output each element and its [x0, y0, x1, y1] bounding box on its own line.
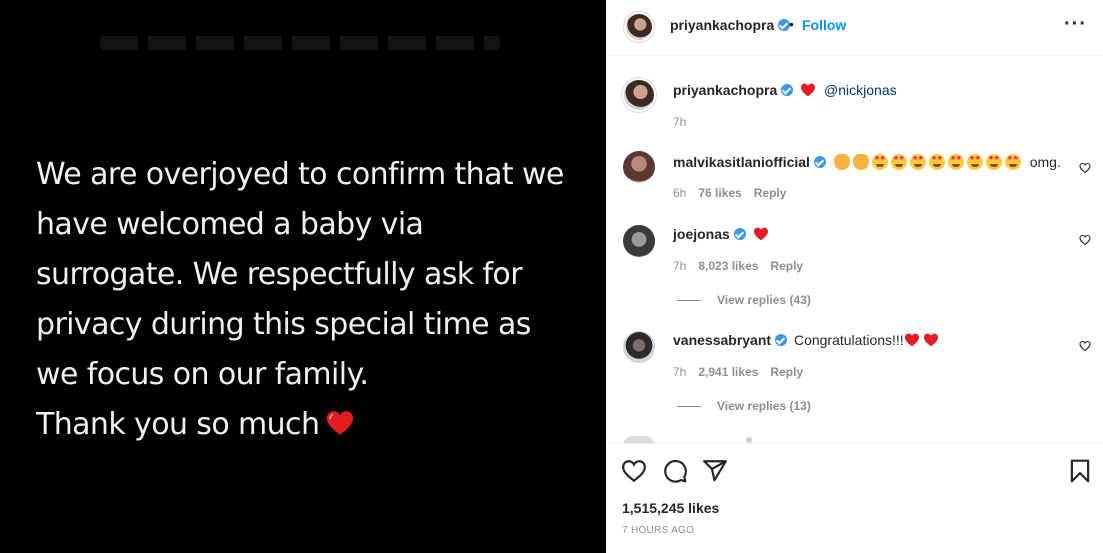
- reply-divider: [677, 300, 701, 302]
- header-username[interactable]: priyankachopra: [670, 17, 774, 33]
- comment-likes-link[interactable]: 2,941 likes: [698, 365, 758, 379]
- reply-button[interactable]: Reply: [770, 365, 803, 379]
- view-replies-button[interactable]: View replies (43): [677, 293, 811, 307]
- avatar[interactable]: [623, 331, 655, 363]
- comment-row: joejonas 7h 8,023 likes Reply View replies…: [606, 217, 1103, 317]
- avatar[interactable]: [623, 225, 655, 257]
- post-media[interactable]: We are overjoyed to confirm that we have…: [0, 0, 606, 553]
- timestamp: 7h: [673, 115, 687, 129]
- statement-line: surrogate. We respectfully ask for: [36, 257, 523, 292]
- mention-link[interactable]: @nickjonas: [824, 82, 897, 98]
- post-side-panel: priyankachopra • Follow ··· priyankachop…: [606, 0, 1103, 553]
- header-username-wrap[interactable]: priyankachopra: [670, 17, 791, 33]
- view-replies-button[interactable]: View replies (13): [677, 399, 811, 413]
- avatar[interactable]: [623, 11, 655, 43]
- comment-row: malvikasitlaniofficial omg. 6h 76 likes Re…: [606, 143, 1103, 207]
- emoji-sequence: [833, 154, 1028, 170]
- statement-line: have welcomed a baby via: [36, 207, 424, 242]
- red-heart-emoji-icon: [753, 227, 768, 241]
- star-struck-icon: [871, 154, 888, 170]
- statement-line: We are overjoyed to confirm that we: [36, 157, 564, 192]
- comment-likes-link[interactable]: 8,023 likes: [698, 259, 758, 273]
- verified-badge-icon: [775, 334, 788, 346]
- comment-bubble-icon[interactable]: [662, 458, 688, 484]
- comment-meta: 6h 76 likes Reply: [673, 186, 798, 200]
- like-comment-heart-icon[interactable]: [1079, 340, 1091, 352]
- post-time-ago: 7 HOURS AGO: [622, 525, 695, 536]
- follow-button[interactable]: Follow: [802, 17, 846, 33]
- star-struck-icon: [1004, 154, 1021, 170]
- red-heart-emoji-icon: [327, 411, 354, 435]
- caption-username[interactable]: priyankachopra: [673, 82, 777, 98]
- share-send-icon[interactable]: [702, 458, 728, 484]
- comment-meta: 7h 8,023 likes Reply: [673, 259, 815, 273]
- comment-body: omg.: [1029, 154, 1061, 170]
- save-bookmark-icon[interactable]: [1067, 458, 1093, 484]
- view-replies-label[interactable]: View replies (13): [717, 399, 811, 413]
- verified-badge-icon: [813, 156, 826, 168]
- star-struck-icon: [928, 154, 945, 170]
- post-actions-bar: 1,515,245 likes 7 HOURS AGO: [606, 443, 1103, 553]
- statement-line: Thank you so much: [36, 407, 320, 442]
- comment-row: vanessabryant Congratulations!!! 7h 2,941…: [606, 323, 1103, 423]
- caption-text: priyankachopra @nickjonas: [673, 82, 897, 98]
- view-replies-label[interactable]: View replies (43): [717, 293, 811, 307]
- post-statement: We are overjoyed to confirm that we have…: [36, 150, 576, 450]
- statement-line: we focus on our family.: [36, 357, 369, 392]
- reply-divider: [677, 406, 701, 408]
- verified-badge-icon: [733, 228, 746, 240]
- star-struck-icon: [890, 154, 907, 170]
- star-struck-icon: [909, 154, 926, 170]
- star-struck-icon: [966, 154, 983, 170]
- star-struck-icon: [985, 154, 1002, 170]
- like-comment-heart-icon[interactable]: [1079, 162, 1091, 174]
- post-header: priyankachopra • Follow ···: [606, 0, 1103, 56]
- reply-button[interactable]: Reply: [754, 186, 787, 200]
- faded-text-decoration: [100, 36, 500, 50]
- like-heart-icon[interactable]: [621, 458, 647, 484]
- like-comment-heart-icon[interactable]: [1079, 234, 1091, 246]
- comment-meta: 7h 2,941 likes Reply: [673, 365, 815, 379]
- comment-likes-link[interactable]: 76 likes: [698, 186, 741, 200]
- red-heart-emoji-icon: [904, 333, 919, 347]
- star-struck-icon: [947, 154, 964, 170]
- comment-username[interactable]: joejonas: [673, 226, 730, 242]
- timestamp: 7h: [673, 365, 687, 379]
- avatar[interactable]: [623, 151, 655, 183]
- comment-text: malvikasitlaniofficial omg.: [673, 154, 1061, 170]
- comment-text: vanessabryant Congratulations!!!: [673, 332, 939, 348]
- statement-line: privacy during this special time as: [36, 307, 531, 342]
- clapping-hands-icon: [852, 154, 869, 170]
- separator-dot: •: [789, 16, 794, 32]
- red-heart-emoji-icon: [923, 333, 938, 347]
- red-heart-emoji-icon: [801, 83, 816, 97]
- reply-button[interactable]: Reply: [770, 259, 803, 273]
- comment-text: joejonas: [673, 226, 769, 242]
- statement-last-line: Thank you so much: [36, 400, 576, 450]
- clapping-hands-icon: [833, 154, 850, 170]
- comment-body: Congratulations!!!: [793, 332, 904, 348]
- comment-username[interactable]: malvikasitlaniofficial: [673, 154, 810, 170]
- timestamp: 7h: [673, 259, 687, 273]
- comments-list[interactable]: priyankachopra @nickjonas 7h malvikasitl…: [606, 57, 1103, 443]
- verified-badge-icon: [781, 84, 794, 96]
- more-options-icon[interactable]: ···: [1064, 14, 1088, 40]
- comment-username[interactable]: vanessabryant: [673, 332, 771, 348]
- caption-time: 7h: [673, 115, 698, 129]
- avatar[interactable]: [621, 77, 657, 113]
- clipped-next-comment-avatar: [623, 436, 655, 443]
- likes-count[interactable]: 1,515,245 likes: [622, 500, 719, 516]
- caption-row: priyankachopra @nickjonas 7h: [606, 57, 1103, 137]
- timestamp: 6h: [673, 186, 687, 200]
